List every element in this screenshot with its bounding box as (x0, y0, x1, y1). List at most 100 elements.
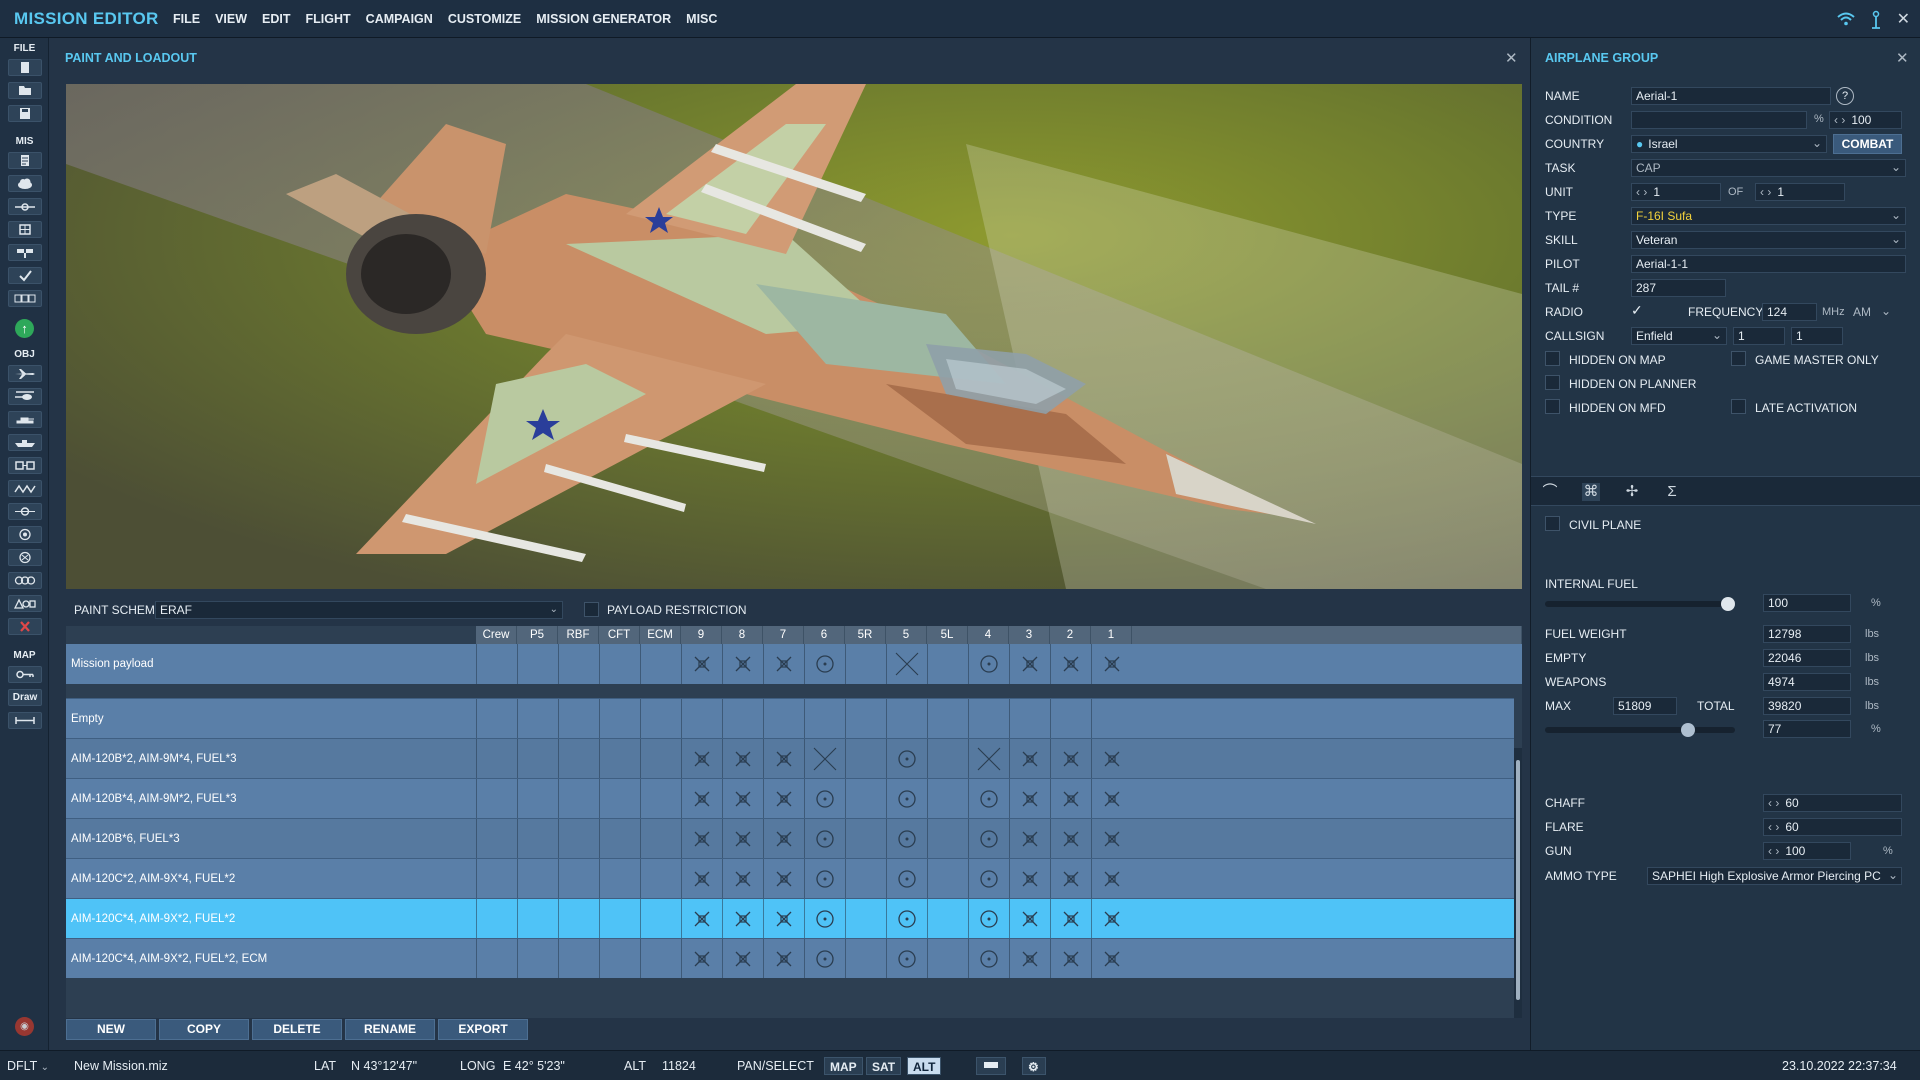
route-button[interactable] (8, 198, 42, 215)
table-row[interactable]: AIM-120C*4, AIM-9X*2, FUEL*2, ECM (66, 938, 1514, 978)
table-row[interactable]: AIM-120C*4, AIM-9X*2, FUEL*2 (66, 898, 1514, 938)
hidden-on-map-checkbox[interactable] (1545, 351, 1560, 366)
add-shapes-button[interactable] (8, 595, 42, 612)
menu-misc[interactable]: MISC (686, 12, 717, 26)
add-helicopter-button[interactable] (8, 388, 42, 405)
fuel-weight-value[interactable]: 12798 (1763, 625, 1851, 643)
new-file-button[interactable] (8, 59, 42, 76)
export-button[interactable]: EXPORT (438, 1019, 528, 1040)
add-target-button[interactable] (8, 526, 42, 543)
check-button[interactable] (8, 267, 42, 284)
map-view-button[interactable]: MAP (824, 1057, 863, 1075)
country-select[interactable]: ● Israel ⌄ (1631, 135, 1827, 153)
wifi-icon[interactable] (1836, 12, 1855, 26)
game-master-only-checkbox[interactable] (1731, 351, 1746, 366)
menu-customize[interactable]: CUSTOMIZE (448, 12, 521, 26)
hidden-on-planner-checkbox[interactable] (1545, 375, 1560, 390)
up-arrow-icon[interactable]: ↑ (15, 319, 34, 338)
sat-view-button[interactable]: SAT (866, 1057, 902, 1075)
menu-edit[interactable]: EDIT (262, 12, 290, 26)
profile-select[interactable]: DFLT ⌄ (7, 1059, 49, 1073)
map-options-button[interactable] (8, 666, 42, 683)
slider-knob[interactable] (1721, 597, 1735, 611)
gun-stepper[interactable]: ‹ › 100 (1763, 842, 1851, 860)
close-app-icon[interactable]: ✕ (1897, 9, 1910, 29)
delete-object-button[interactable] (8, 618, 42, 635)
open-file-button[interactable] (8, 82, 42, 99)
settings-button[interactable]: ⚙ (1022, 1057, 1046, 1075)
total-weight-slider[interactable] (1545, 723, 1735, 737)
table-row[interactable]: AIM-120B*4, AIM-9M*2, FUEL*3 (66, 778, 1514, 818)
save-file-button[interactable] (8, 105, 42, 122)
route-tab-icon[interactable]: ⌒ (1541, 483, 1559, 501)
combat-button[interactable]: COMBAT (1833, 134, 1902, 154)
pilot-input[interactable]: Aerial-1-1 (1631, 255, 1906, 273)
hidden-on-mfd-checkbox[interactable] (1545, 399, 1560, 414)
weather-button[interactable] (8, 175, 42, 192)
menu-file[interactable]: FILE (173, 12, 200, 26)
add-static-button[interactable] (8, 457, 42, 474)
help-icon[interactable]: ? (1836, 87, 1854, 105)
add-airplane-button[interactable] (8, 365, 42, 382)
menu-flight[interactable]: FLIGHT (306, 12, 351, 26)
panel-layout-button[interactable] (8, 290, 42, 307)
map-layer-button[interactable] (976, 1057, 1006, 1075)
scrollbar-thumb[interactable] (1516, 760, 1520, 1000)
draw-button[interactable]: Draw (8, 689, 42, 706)
ruler-button[interactable] (8, 712, 42, 729)
payload-restriction-checkbox[interactable] (584, 602, 599, 617)
condition-input[interactable]: ‹ › 100 (1829, 111, 1902, 129)
unit-stepper[interactable]: ‹ › 1 (1631, 183, 1721, 201)
table-scrollbar[interactable] (1514, 748, 1522, 1018)
late-activation-checkbox[interactable] (1731, 399, 1746, 414)
briefing-button[interactable] (8, 244, 42, 261)
new-button[interactable]: NEW (66, 1019, 156, 1040)
summary-tab-icon[interactable]: Σ (1663, 483, 1681, 501)
close-panel-icon[interactable]: ✕ (1896, 49, 1909, 67)
slider-knob[interactable] (1680, 723, 1695, 737)
internal-fuel-slider[interactable] (1545, 597, 1735, 611)
antenna-icon[interactable] (1869, 9, 1883, 29)
radio-checkbox[interactable]: ✓ (1631, 303, 1646, 318)
properties-tab-icon[interactable]: ✢ (1623, 483, 1641, 501)
table-row[interactable]: AIM-120B*2, AIM-9M*4, FUEL*3 (66, 738, 1514, 778)
name-input[interactable]: Aerial-1 (1631, 87, 1831, 105)
add-ground-unit-button[interactable] (8, 411, 42, 428)
mission-options-button[interactable] (8, 152, 42, 169)
alt-view-button[interactable]: ALT (907, 1057, 942, 1075)
stop-icon[interactable]: ◉ (15, 1017, 34, 1036)
menu-campaign[interactable]: CAMPAIGN (366, 12, 433, 26)
delete-button[interactable]: DELETE (252, 1019, 342, 1040)
table-row[interactable]: Empty (66, 698, 1514, 738)
ammo-type-select[interactable]: SAPHEI High Explosive Armor Piercing PC ⌄ (1647, 867, 1902, 885)
copy-button[interactable]: COPY (159, 1019, 249, 1040)
total-weight-pct-input[interactable]: 77 (1763, 720, 1851, 738)
callsign-number-1[interactable]: 1 (1733, 327, 1785, 345)
internal-fuel-input[interactable]: 100 (1763, 594, 1851, 612)
add-nav-point-button[interactable] (8, 549, 42, 566)
flare-stepper[interactable]: ‹ › 60 (1763, 818, 1902, 836)
civil-plane-checkbox[interactable] (1545, 516, 1560, 531)
table-row[interactable]: AIM-120C*2, AIM-9X*4, FUEL*2 (66, 858, 1514, 898)
skill-select[interactable]: Veteran ⌄ (1631, 231, 1906, 249)
table-row[interactable]: AIM-120B*6, FUEL*3 (66, 818, 1514, 858)
tail-input[interactable]: 287 (1631, 279, 1726, 297)
unit-of-stepper[interactable]: ‹ › 1 (1755, 183, 1845, 201)
close-panel-icon[interactable]: ✕ (1505, 49, 1518, 67)
frequency-input[interactable]: 124 (1762, 303, 1817, 321)
modulation-select[interactable]: AM ⌄ (1848, 303, 1894, 321)
menu-view[interactable]: VIEW (215, 12, 247, 26)
condition-slider[interactable] (1631, 111, 1807, 129)
menu-mission-generator[interactable]: MISSION GENERATOR (536, 12, 671, 26)
add-zone-button[interactable] (8, 503, 42, 520)
chaff-stepper[interactable]: ‹ › 60 (1763, 794, 1902, 812)
add-template-button[interactable] (8, 480, 42, 497)
task-select[interactable]: CAP ⌄ (1631, 159, 1906, 177)
payload-tab-icon[interactable]: ⌘ (1582, 483, 1600, 501)
callsign-select[interactable]: Enfield ⌄ (1631, 327, 1727, 345)
triggers-button[interactable] (8, 221, 42, 238)
type-select[interactable]: F-16I Sufa ⌄ (1631, 207, 1906, 225)
callsign-number-2[interactable]: 1 (1791, 327, 1843, 345)
paint-scheme-select[interactable]: ERAF ⌄ (155, 601, 563, 619)
add-formation-button[interactable] (8, 572, 42, 589)
